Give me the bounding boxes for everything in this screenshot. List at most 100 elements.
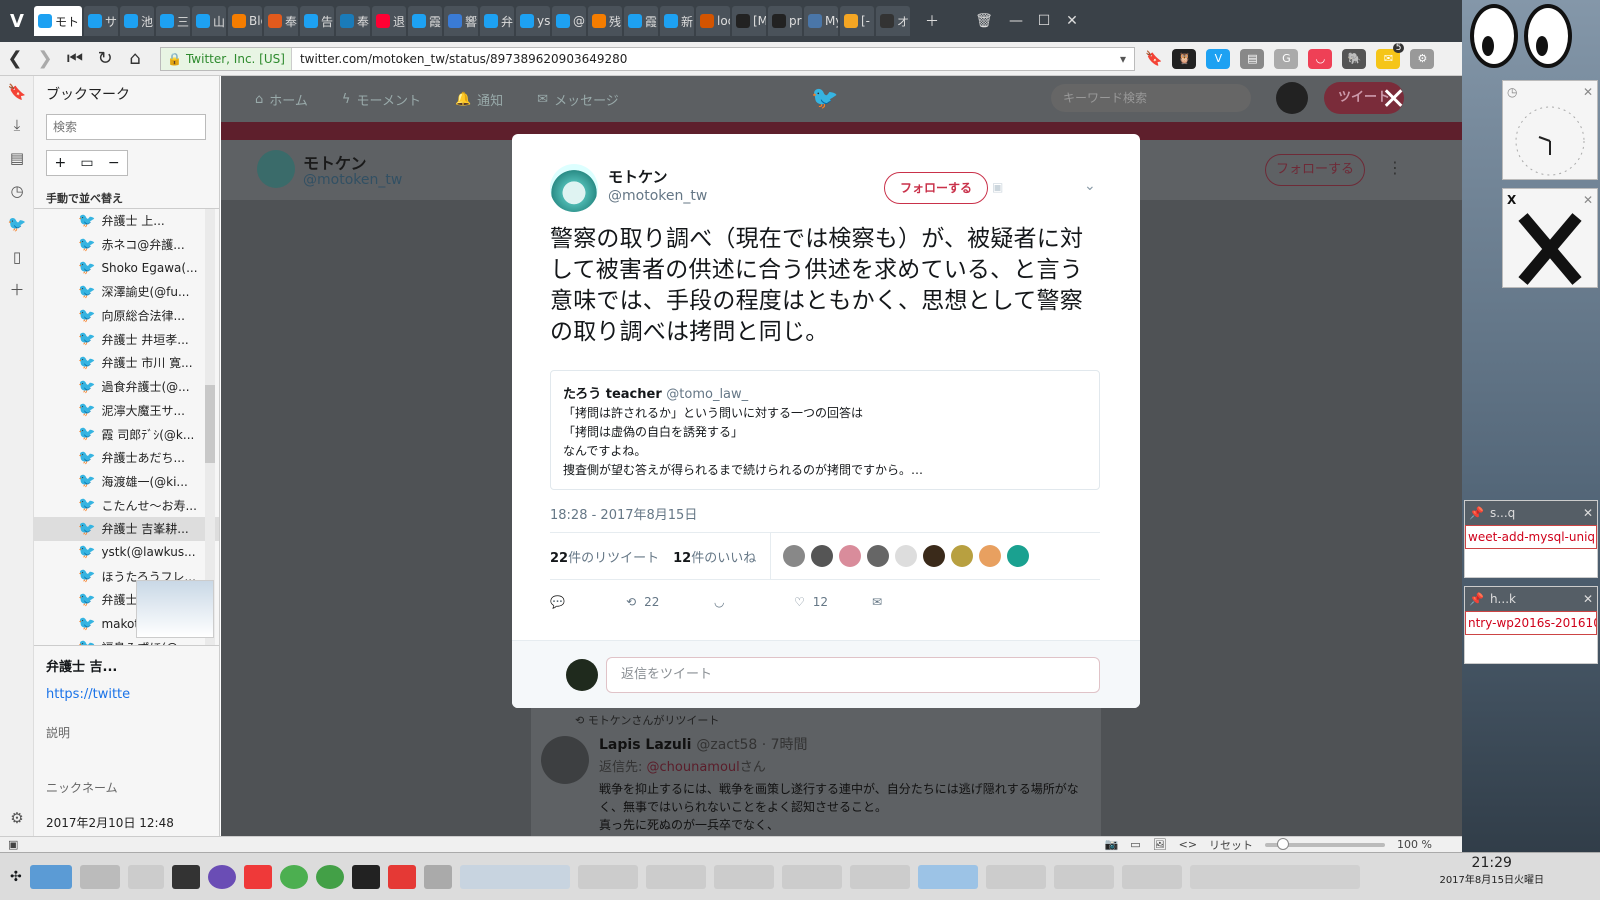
browser-tab[interactable]: サ xyxy=(84,6,118,36)
browser-tab[interactable]: yst xyxy=(516,6,550,36)
reply-button[interactable]: 💬 xyxy=(550,595,626,609)
clock-widget[interactable]: ◷ ✕ xyxy=(1502,80,1598,180)
bookmark-detail-link[interactable]: https://twitte xyxy=(46,687,207,702)
close-icon[interactable]: ✕ xyxy=(1583,193,1593,207)
page-icon[interactable]: ▯ xyxy=(0,241,34,274)
more-options-icon[interactable]: ⋮ xyxy=(1387,158,1403,177)
owl-extension-icon[interactable]: 🦉 xyxy=(1172,48,1197,69)
bookmark-item[interactable]: 🐦 ystk(@lawkus... xyxy=(34,541,219,565)
browser-tab[interactable]: My xyxy=(804,6,838,36)
close-window-icon[interactable]: ✕ xyxy=(1058,13,1086,29)
browser-tab[interactable]: 山 xyxy=(192,6,226,36)
tile-icon[interactable]: ▭ xyxy=(1130,838,1140,851)
browser-tab[interactable]: [M xyxy=(732,6,766,36)
chevron-down-icon[interactable]: ⌄ xyxy=(1084,178,1096,194)
browser-tab[interactable]: 霞 xyxy=(408,6,442,36)
task-vivaldi[interactable] xyxy=(917,864,978,889)
vivaldi-icon[interactable] xyxy=(243,864,272,889)
browser-tab[interactable]: 奉 xyxy=(336,6,370,36)
notes-icon[interactable]: ▤ xyxy=(0,142,34,175)
profile-handle[interactable]: @motoken_tw xyxy=(303,172,402,188)
minimize-icon[interactable]: — xyxy=(1002,13,1030,29)
app-icon[interactable] xyxy=(315,864,344,889)
nav-moments[interactable]: ϟ モーメント xyxy=(342,90,421,109)
bookmark-item[interactable]: 🐦 弁護士あだち... xyxy=(34,446,219,470)
remove-bookmark-button[interactable]: − xyxy=(100,151,127,175)
console-icon[interactable] xyxy=(351,864,380,889)
tweet-author-avatar[interactable] xyxy=(550,164,598,212)
liker-avatar[interactable] xyxy=(811,545,834,567)
chrome-icon[interactable] xyxy=(279,864,308,889)
recorder-icon[interactable] xyxy=(387,864,416,889)
terminal-icon[interactable] xyxy=(171,864,200,889)
panel-toggle-icon[interactable]: ▣ xyxy=(8,838,18,851)
task-files[interactable] xyxy=(459,864,570,889)
workspace-3[interactable] xyxy=(127,864,164,889)
browser-tab[interactable]: 池 xyxy=(120,6,154,36)
browser-tab[interactable]: 奉 xyxy=(264,6,298,36)
profile-follow-button[interactable]: フォローする xyxy=(1265,154,1365,186)
profile-avatar[interactable] xyxy=(257,150,295,188)
browser-tab[interactable]: [- xyxy=(840,6,874,36)
g-extension-icon[interactable]: G xyxy=(1274,48,1299,69)
task-editor[interactable] xyxy=(713,864,774,889)
liker-avatar[interactable] xyxy=(979,545,1002,567)
bookmark-item[interactable]: 🐦 こたんせ～お寿... xyxy=(34,493,219,517)
emacs-icon[interactable] xyxy=(207,864,236,889)
add-bookmark-button[interactable]: + xyxy=(47,151,74,175)
bookmark-item[interactable]: 🐦 海渡雄一(@ki... xyxy=(34,470,219,494)
zoom-slider[interactable] xyxy=(1265,837,1386,850)
vivaldi-extension-icon[interactable]: V xyxy=(1206,48,1231,69)
browser-tab[interactable]: Blo xyxy=(228,6,262,36)
browser-tab[interactable]: 告 xyxy=(300,6,334,36)
pocket-icon[interactable]: ◡ xyxy=(1308,48,1333,69)
browser-tab[interactable]: 三 xyxy=(156,6,190,36)
bookmark-page-icon[interactable]: 🔖 xyxy=(1145,51,1162,67)
app-menu-icon[interactable]: ✣ xyxy=(10,869,22,885)
reply-input[interactable]: 返信をツイート xyxy=(606,657,1100,693)
workspace-2[interactable] xyxy=(79,864,120,889)
liker-avatar[interactable] xyxy=(783,545,806,567)
task-clock[interactable] xyxy=(985,864,1046,889)
browser-tab[interactable]: @L xyxy=(552,6,586,36)
close-icon[interactable]: ✕ xyxy=(1583,506,1593,520)
vivaldi-menu-icon[interactable]: V xyxy=(0,0,34,42)
liker-avatar[interactable] xyxy=(923,545,946,567)
liker-avatar[interactable] xyxy=(951,545,974,567)
tweet-author-name[interactable]: モトケン xyxy=(608,166,668,187)
image-icon[interactable]: 🖼 xyxy=(1153,838,1167,851)
task-x-app[interactable] xyxy=(1121,864,1182,889)
url-dropdown-icon[interactable]: ▾ xyxy=(1120,52,1134,66)
bookmark-item[interactable]: 🐦 弁護士 吉峯耕... xyxy=(34,516,219,541)
home-icon[interactable]: ⌂ xyxy=(120,48,150,69)
back-icon[interactable]: ❮ xyxy=(0,48,30,69)
twitter-search-input[interactable]: キーワード検索 xyxy=(1051,84,1251,112)
browser-tab[interactable]: 新 xyxy=(660,6,694,36)
zoom-reset-button[interactable]: リセット xyxy=(1209,837,1253,853)
task-chrome[interactable] xyxy=(645,864,706,889)
bookmark-icon[interactable]: 🔖 xyxy=(0,76,34,109)
new-tab-icon[interactable]: ＋ xyxy=(918,11,946,31)
reload-icon[interactable]: ↻ xyxy=(90,48,120,69)
background-tweet-author[interactable]: Lapis Lazuli @zact58 · 7時間 xyxy=(599,734,808,754)
add-panel-icon[interactable]: ＋ xyxy=(0,274,34,307)
bookmark-item[interactable]: 🐦 弁護士 井垣孝... xyxy=(34,327,219,351)
system-tray[interactable] xyxy=(1189,864,1360,889)
taskbar-clock[interactable]: 21:29 2017年8月15日火曜日 xyxy=(1439,855,1544,886)
bookmark-item[interactable]: 🐦 赤ネコ@弁護... xyxy=(34,233,219,257)
workspace-1[interactable] xyxy=(29,864,72,889)
like-count[interactable]: 12件のいいね xyxy=(673,547,756,566)
quoted-tweet[interactable]: たろう teacher @tomo_law_ 「拷問は許されるか」という問いに対… xyxy=(550,370,1100,490)
tweet-author-handle[interactable]: @motoken_tw xyxy=(608,188,707,204)
browser-tab[interactable]: 響 xyxy=(444,6,478,36)
user-avatar[interactable] xyxy=(1276,82,1308,114)
task-xeyes[interactable] xyxy=(1053,864,1114,889)
zoom-slider-thumb[interactable] xyxy=(1277,837,1290,850)
nav-home[interactable]: ⌂ ホーム xyxy=(255,90,308,109)
follow-button[interactable]: フォローする xyxy=(884,172,988,204)
pocket-share-button[interactable]: ◡ xyxy=(714,595,794,609)
bookmark-item[interactable]: 🐦 向原総合法律... xyxy=(34,304,219,328)
browser-tab[interactable]: 退 xyxy=(372,6,406,36)
retweet-count[interactable]: 22件のリツイート xyxy=(550,547,659,566)
liker-avatar[interactable] xyxy=(1007,545,1030,567)
